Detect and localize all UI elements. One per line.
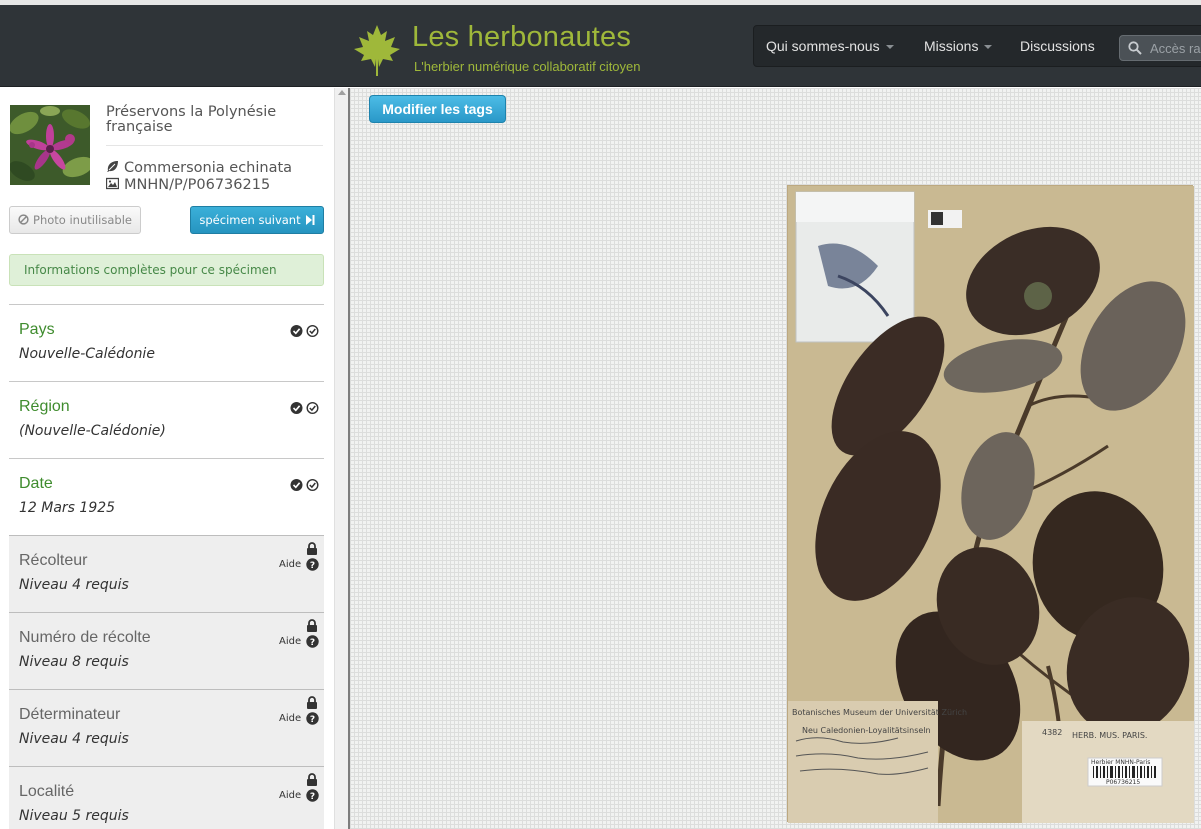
nav-label: Qui sommes-nous: [766, 38, 880, 54]
nav-label: Discussions: [1020, 38, 1095, 54]
search-placeholder: Accès ra: [1150, 41, 1201, 56]
validated-checks-icon: [290, 324, 319, 338]
field-pays[interactable]: Pays Nouvelle-Calédonie: [9, 304, 324, 381]
field-numero-recolte[interactable]: Numéro de récolte Niveau 8 requis Aide ?: [9, 612, 324, 689]
mission-title[interactable]: Préservons la Polynésie française: [106, 105, 316, 135]
field-label: Récolteur: [19, 552, 88, 569]
locality-label: Neu Caledonien-Loyalitätsinseln: [802, 726, 931, 735]
field-value: 12 Mars 1925: [19, 500, 116, 516]
svg-text:?: ?: [310, 792, 315, 802]
lock-icon: [307, 542, 317, 555]
species-text: Commersonia echinata: [124, 160, 293, 176]
svg-text:?: ?: [310, 638, 315, 648]
complete-info-alert: Informations complètes pour ce spécimen: [9, 254, 324, 286]
chevron-down-icon: [984, 45, 993, 50]
specimen-id-text: MNHN/P/P06736215: [124, 177, 271, 193]
field-label: Région: [19, 398, 70, 415]
herb-mus-paris-label: HERB. MUS. PARIS.: [1072, 731, 1148, 740]
scroll-up-arrow-icon[interactable]: [338, 90, 346, 95]
help-label[interactable]: Aide: [279, 713, 301, 724]
lock-icon: [307, 773, 317, 786]
species-name: Commersonia echinata: [106, 160, 292, 176]
site-header: Les herbonautes L'herbier numérique coll…: [0, 5, 1201, 87]
leaf-icon: [107, 161, 118, 172]
help-label[interactable]: Aide: [279, 636, 301, 647]
photo-unusable-label: Photo inutilisable: [33, 213, 132, 227]
validated-checks-icon: [290, 401, 319, 415]
field-label: Déterminateur: [19, 706, 121, 723]
mission-thumbnail[interactable]: [10, 105, 90, 185]
field-value: (Nouvelle-Calédonie): [19, 423, 166, 439]
flower-photo: [10, 105, 90, 185]
maple-leaf-icon[interactable]: [352, 23, 402, 77]
search-icon: [1128, 41, 1142, 55]
field-date[interactable]: Date 12 Mars 1925: [9, 458, 324, 535]
next-specimen-button[interactable]: spécimen suivant: [190, 206, 324, 234]
validated-checks-icon: [290, 478, 319, 492]
barcode-number: P06736215: [1106, 779, 1141, 786]
nav-discussions[interactable]: Discussions: [1020, 38, 1095, 54]
lock-icon: [307, 696, 317, 709]
site-title[interactable]: Les herbonautes: [412, 21, 631, 54]
question-circle-icon[interactable]: ?: [306, 712, 319, 725]
field-value: Niveau 4 requis: [19, 731, 129, 747]
barcode-title: Herbier MNHN-Paris: [1091, 759, 1151, 766]
site-subtitle: L'herbier numérique collaboratif citoyen: [414, 59, 641, 74]
svg-text:?: ?: [310, 561, 315, 571]
specimen-sidebar: Préservons la Polynésie française Commer…: [0, 88, 334, 829]
search-input[interactable]: Accès ra: [1119, 35, 1201, 61]
field-label: Numéro de récolte: [19, 629, 151, 646]
herbarium-specimen-image[interactable]: Botanisches Museum der Universität Züric…: [787, 185, 1194, 823]
field-label: Pays: [19, 321, 55, 338]
field-value: Niveau 4 requis: [19, 577, 129, 593]
step-forward-icon: [305, 215, 315, 225]
field-value: Niveau 8 requis: [19, 654, 129, 670]
photo-unusable-button[interactable]: Photo inutilisable: [9, 206, 141, 234]
question-circle-icon[interactable]: ?: [306, 558, 319, 571]
divider: [106, 145, 323, 146]
nav-qui-sommes-nous[interactable]: Qui sommes-nous: [766, 38, 894, 54]
lock-icon: [307, 619, 317, 632]
help-label[interactable]: Aide: [279, 559, 301, 570]
edit-tags-button[interactable]: Modifier les tags: [369, 95, 506, 123]
number-label: 4382: [1042, 728, 1063, 737]
field-value: Niveau 5 requis: [19, 808, 129, 824]
help-label[interactable]: Aide: [279, 790, 301, 801]
question-circle-icon[interactable]: ?: [306, 635, 319, 648]
specimen-viewer[interactable]: Modifier les tags Botanisches Museum der…: [350, 88, 1201, 829]
field-recolteur[interactable]: Récolteur Niveau 4 requis Aide ?: [9, 535, 324, 612]
field-determinateur[interactable]: Déterminateur Niveau 4 requis Aide ?: [9, 689, 324, 766]
nav-label: Missions: [924, 38, 979, 54]
main-navigation: Qui sommes-nous Missions Discussions Acc…: [753, 25, 1201, 67]
specimen-id: MNHN/P/P06736215: [106, 177, 270, 193]
image-icon: [106, 177, 119, 190]
field-localite[interactable]: Localité Niveau 5 requis Aide ?: [9, 766, 324, 829]
field-label: Date: [19, 475, 53, 492]
next-specimen-label: spécimen suivant: [199, 213, 301, 227]
field-label: Localité: [19, 783, 75, 800]
nav-missions[interactable]: Missions: [924, 38, 993, 54]
svg-text:?: ?: [310, 715, 315, 725]
field-value: Nouvelle-Calédonie: [19, 346, 155, 362]
question-circle-icon[interactable]: ?: [306, 789, 319, 802]
ban-icon: [18, 214, 29, 225]
chevron-down-icon: [885, 45, 894, 50]
museum-label: Botanisches Museum der Universität Züric…: [792, 708, 968, 717]
sidebar-scrollbar[interactable]: [334, 88, 349, 829]
field-region[interactable]: Région (Nouvelle-Calédonie): [9, 381, 324, 458]
